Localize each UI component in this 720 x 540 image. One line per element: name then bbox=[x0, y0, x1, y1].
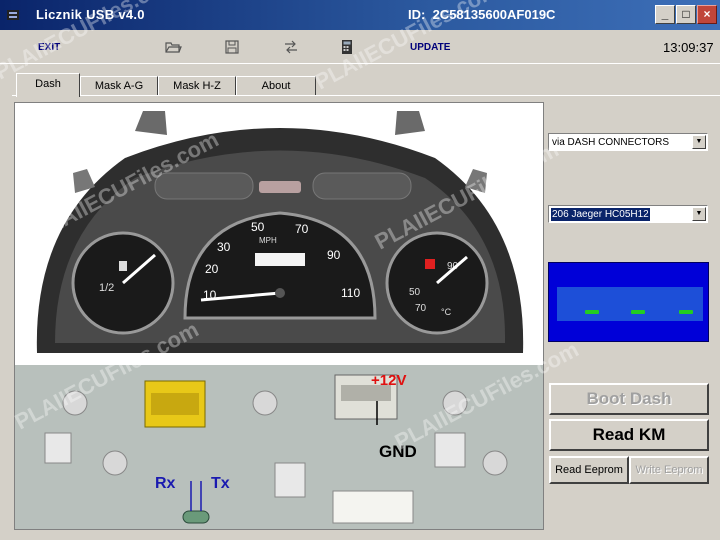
chevron-down-icon[interactable]: ▼ bbox=[692, 207, 706, 221]
window-title: Licznik USB v4.0 bbox=[36, 7, 145, 22]
connection-select[interactable]: via DASH CONNECTORS ▼ bbox=[548, 133, 708, 151]
fuel-half-label: 1/2 bbox=[99, 282, 114, 294]
minimize-button[interactable]: _ bbox=[655, 5, 675, 24]
lcd-segment bbox=[679, 310, 693, 314]
dashboard-photo: 1/2 MPH 10 20 30 50 70 90 110 50 70 90 °… bbox=[14, 102, 544, 530]
open-folder-icon[interactable] bbox=[164, 38, 182, 56]
tab-bar: Dash Mask A-G Mask H-Z About bbox=[12, 73, 712, 97]
speed-tick-110: 110 bbox=[341, 286, 360, 300]
clock: 13:09:37 bbox=[663, 40, 714, 55]
title-bar[interactable]: Licznik USB v4.0 ID: 2C58135600AF019C _ … bbox=[0, 0, 720, 30]
connection-select-value: via DASH CONNECTORS bbox=[552, 137, 670, 148]
model-select-value: 206 Jaeger HC05H12 bbox=[551, 208, 650, 221]
lcd-segment bbox=[585, 310, 599, 314]
label-tx: Tx bbox=[211, 475, 230, 492]
label-12v: +12V bbox=[371, 372, 406, 389]
tab-divider bbox=[12, 95, 720, 96]
lcd-segment bbox=[631, 310, 645, 314]
close-button[interactable]: × bbox=[697, 5, 717, 24]
mph-label: MPH bbox=[259, 236, 277, 245]
toolbar: EXIT UPDATE 13:09:37 bbox=[0, 30, 720, 64]
calculator-icon[interactable] bbox=[338, 38, 356, 56]
tab-mask-h-z[interactable]: Mask H-Z bbox=[158, 76, 236, 96]
swap-arrows-icon[interactable] bbox=[282, 38, 300, 56]
read-km-button[interactable]: Read KM bbox=[549, 419, 709, 451]
model-select[interactable]: 206 Jaeger HC05H12 ▼ bbox=[548, 205, 708, 223]
tab-mask-a-g[interactable]: Mask A-G bbox=[80, 76, 158, 96]
main-window: Licznik USB v4.0 ID: 2C58135600AF019C _ … bbox=[0, 0, 720, 540]
exit-button[interactable]: EXIT bbox=[38, 42, 60, 53]
speed-tick-90: 90 bbox=[327, 248, 341, 262]
lcd-band bbox=[557, 287, 703, 321]
dashboard-illustration: 1/2 MPH 10 20 30 50 70 90 110 50 70 90 °… bbox=[15, 103, 543, 529]
chevron-down-icon[interactable]: ▼ bbox=[692, 135, 706, 149]
temp-unit: °C bbox=[441, 307, 452, 317]
app-icon bbox=[7, 10, 19, 20]
temp-tick-70: 70 bbox=[415, 303, 427, 314]
speed-tick-20: 20 bbox=[205, 262, 219, 276]
boot-dash-button[interactable]: Boot Dash bbox=[549, 383, 709, 415]
save-disk-icon[interactable] bbox=[223, 38, 241, 56]
tab-about[interactable]: About bbox=[236, 76, 316, 96]
lcd-display bbox=[548, 262, 709, 342]
speed-tick-50: 50 bbox=[251, 220, 265, 234]
update-button[interactable]: UPDATE bbox=[410, 42, 450, 53]
speed-tick-30: 30 bbox=[217, 240, 231, 254]
label-gnd: GND bbox=[379, 442, 417, 461]
speed-tick-70: 70 bbox=[295, 222, 309, 236]
device-id: ID: 2C58135600AF019C bbox=[408, 7, 556, 22]
tab-dash[interactable]: Dash bbox=[16, 73, 80, 97]
temp-tick-50: 50 bbox=[409, 287, 421, 298]
read-eeprom-button[interactable]: Read Eeprom bbox=[549, 456, 629, 484]
write-eeprom-button[interactable]: Write Eeprom bbox=[629, 456, 709, 484]
maximize-button[interactable]: □ bbox=[676, 5, 696, 24]
label-rx: Rx bbox=[155, 475, 176, 492]
